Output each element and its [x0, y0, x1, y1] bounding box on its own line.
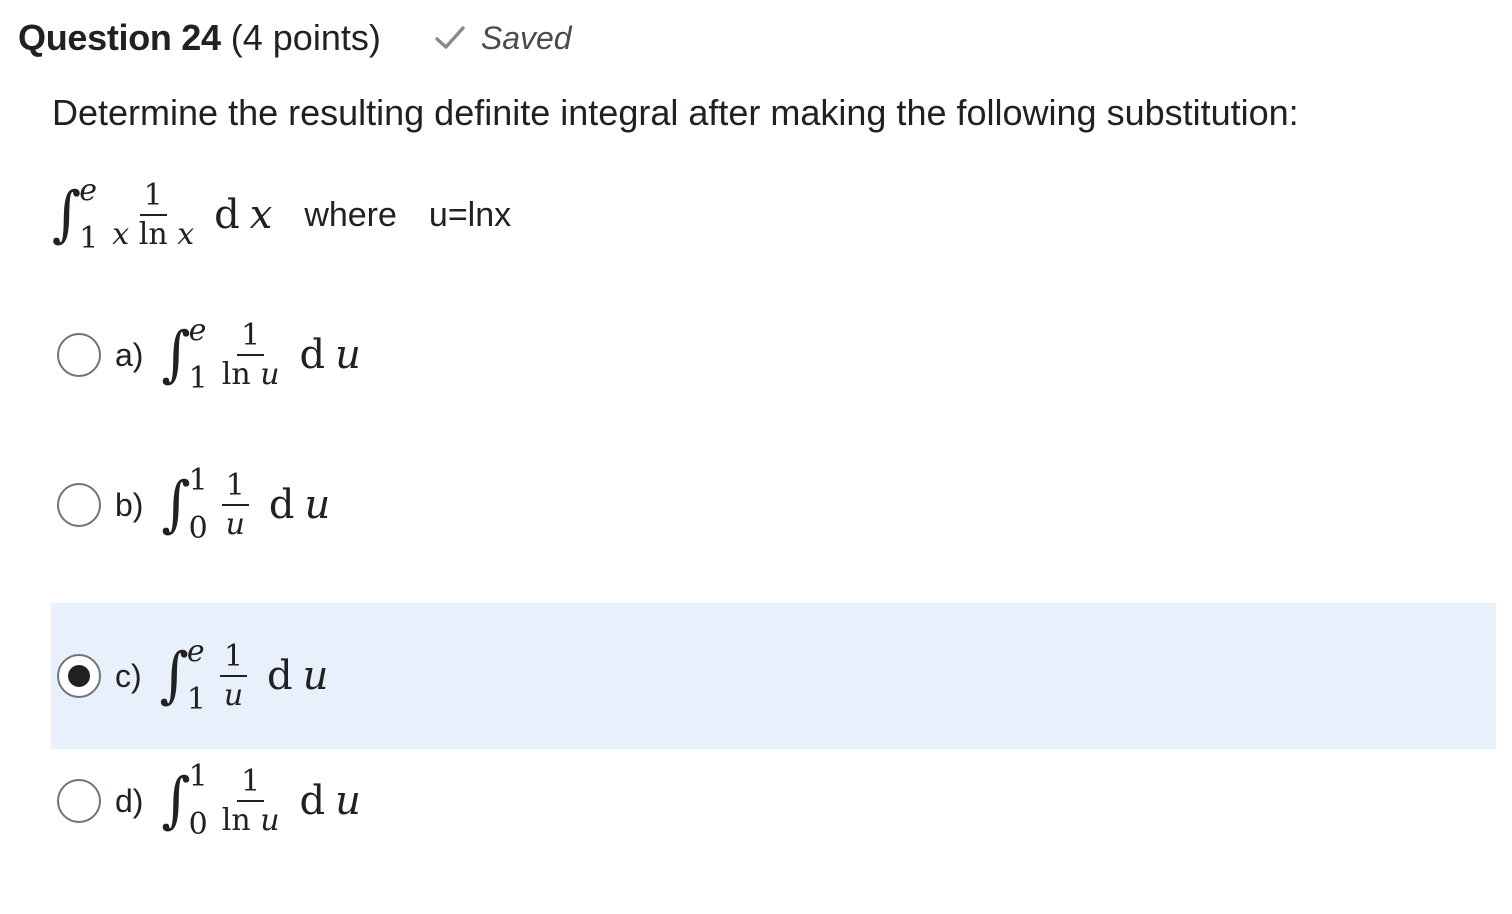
question-header: Question 24 (4 points) Saved [18, 14, 572, 62]
option-letter: d) [115, 782, 144, 819]
substitution: u=lnx [428, 195, 512, 234]
question-title: Question 24 [18, 17, 221, 58]
radio-selected-dot [68, 665, 90, 687]
option-a[interactable]: a) ∫ e1 1 ln u du [51, 282, 1496, 428]
option-d[interactable]: d) ∫ 10 1 ln u du [51, 728, 1496, 874]
option-letter: b) [115, 486, 144, 523]
integral-expression: ∫ e 1 1 x ln x dx [52, 176, 272, 254]
saved-status: Saved [433, 20, 572, 57]
option-letter: c) [115, 657, 142, 694]
question-prompt: Determine the resulting definite integra… [52, 92, 1299, 133]
radio-icon[interactable] [57, 654, 101, 698]
radio-icon[interactable] [57, 483, 101, 527]
numerator: 1 [139, 179, 167, 216]
saved-label: Saved [480, 19, 572, 56]
given-integral: ∫ e 1 1 x ln x dx where u=lnx [52, 176, 511, 254]
radio-icon[interactable] [57, 333, 101, 377]
upper-limit: e [79, 173, 97, 208]
denominator: x ln x [112, 217, 195, 252]
lower-limit: 1 [79, 221, 99, 256]
differential: dx [214, 192, 273, 238]
where-label: where [304, 195, 397, 234]
option-expression: ∫ 10 1 ln u du [161, 759, 361, 842]
fraction: 1 x ln x [112, 179, 194, 251]
check-icon [435, 26, 465, 49]
option-letter: a) [115, 336, 144, 373]
option-expression: ∫ e1 1 ln u du [161, 313, 361, 396]
option-b[interactable]: b) ∫ 10 1u du [51, 432, 1496, 578]
option-expression: ∫ e1 1u du [159, 634, 329, 717]
integral-sign: ∫ [52, 179, 82, 250]
option-expression: ∫ 10 1u du [161, 463, 331, 546]
question-points: (4 points) [230, 17, 381, 58]
radio-icon[interactable] [57, 779, 101, 823]
